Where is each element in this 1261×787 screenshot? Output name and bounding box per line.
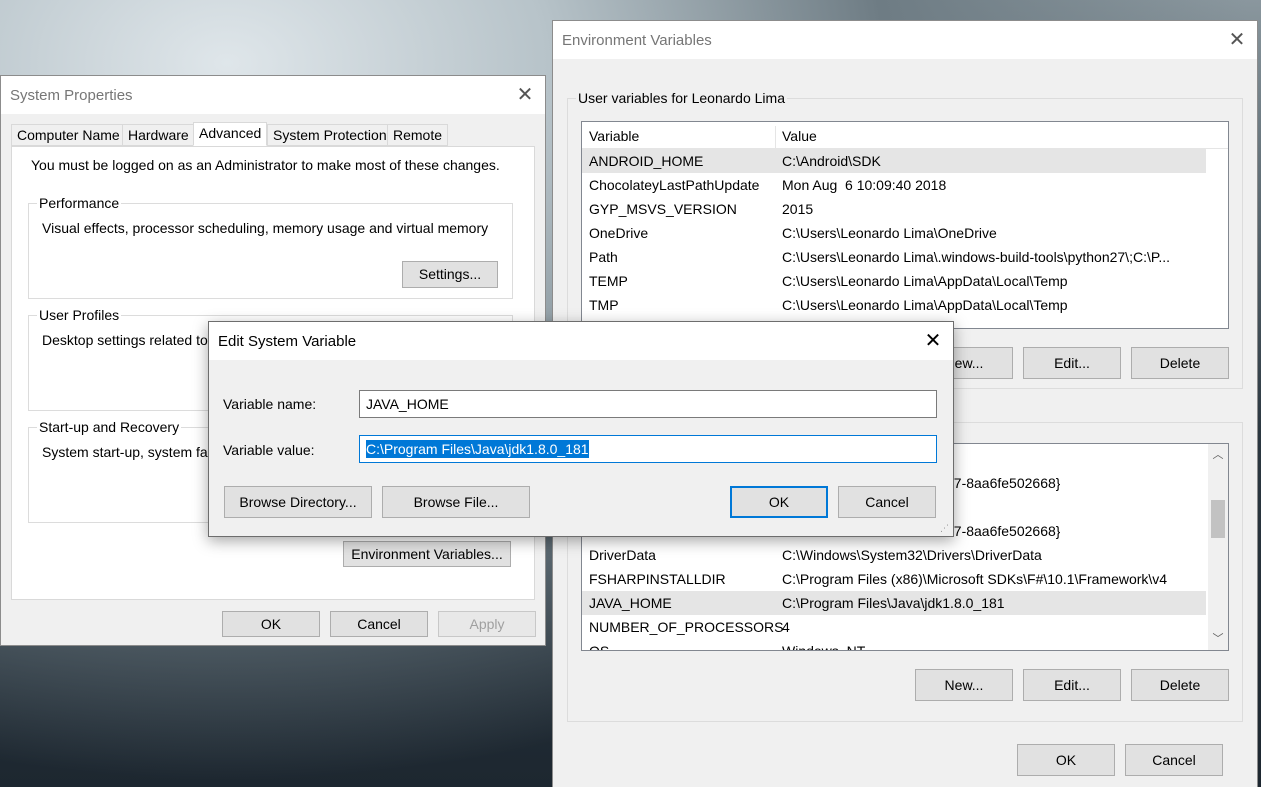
list-item[interactable]: NUMBER_OF_PROCESSORS 4 xyxy=(582,615,1206,639)
list-item[interactable]: ANDROID_HOME C:\Android\SDK xyxy=(582,149,1206,173)
variable-name: NUMBER_OF_PROCESSORS xyxy=(589,619,784,635)
tab-computer-name[interactable]: Computer Name xyxy=(11,124,126,146)
env-vars-title: Environment Variables xyxy=(562,31,712,49)
variable-value: C:\Program Files\Java\jdk1.8.0_181 xyxy=(782,595,1005,611)
edit-system-variable-dialog: Edit System Variable ✕ Variable name: JA… xyxy=(208,321,954,537)
variable-value-label: Variable value: xyxy=(223,442,315,458)
list-item[interactable]: GYP_MSVS_VERSION 2015 xyxy=(582,197,1228,221)
list-item[interactable]: DriverData C:\Windows\System32\Drivers\D… xyxy=(582,543,1206,567)
variable-name: TEMP xyxy=(589,273,628,289)
variable-name: Path xyxy=(589,249,618,265)
variable-name: GYP_MSVS_VERSION xyxy=(589,201,737,217)
tab-hardware[interactable]: Hardware xyxy=(122,124,195,146)
variable-name: OS xyxy=(589,643,610,651)
sysprop-apply-button[interactable]: Apply xyxy=(438,611,536,637)
user-profiles-label: User Profiles xyxy=(37,307,122,323)
column-header-variable[interactable]: Variable xyxy=(589,124,639,148)
tab-remote[interactable]: Remote xyxy=(387,124,449,146)
edit-dialog-titlebar[interactable]: Edit System Variable xyxy=(209,322,953,360)
tab-advanced[interactable]: Advanced xyxy=(193,122,268,146)
user-profiles-description: Desktop settings related to y xyxy=(42,332,219,348)
variable-value: C:\Users\Leonardo Lima\AppData\Local\Tem… xyxy=(782,297,1068,313)
user-edit-button[interactable]: Edit... xyxy=(1023,347,1121,379)
column-header-value[interactable]: Value xyxy=(782,124,817,148)
variable-name: DriverData xyxy=(589,547,656,563)
close-icon[interactable]: ✕ xyxy=(1227,30,1247,50)
tab-system-protection[interactable]: System Protection xyxy=(267,124,393,146)
performance-group: Performance Visual effects, processor sc… xyxy=(28,195,513,299)
list-item[interactable]: OneDrive C:\Users\Leonardo Lima\OneDrive xyxy=(582,221,1228,245)
list-item[interactable]: Path C:\Users\Leonardo Lima\.windows-bui… xyxy=(582,245,1228,269)
variable-value: C:\Users\Leonardo Lima\AppData\Local\Tem… xyxy=(782,273,1068,289)
variable-name: ChocolateyLastPathUpdate xyxy=(589,177,760,193)
startup-recovery-description: System start-up, system failu xyxy=(42,444,222,460)
variable-name: OneDrive xyxy=(589,225,649,241)
list-header: Variable Value xyxy=(582,124,1228,149)
performance-settings-button[interactable]: Settings... xyxy=(402,261,498,288)
variable-value: C:\Program Files (x86)\Microsoft SDKs\F#… xyxy=(782,571,1168,587)
env-cancel-button[interactable]: Cancel xyxy=(1125,744,1223,776)
user-variables-list[interactable]: Variable Value ANDROID_HOME C:\Android\S… xyxy=(581,121,1229,329)
variable-value: C:\Windows\System32\Drivers\DriverData xyxy=(782,547,1042,563)
sysprop-ok-button[interactable]: OK xyxy=(222,611,320,637)
startup-recovery-label: Start-up and Recovery xyxy=(37,419,182,435)
edit-dialog-title: Edit System Variable xyxy=(218,332,357,350)
env-ok-button[interactable]: OK xyxy=(1017,744,1115,776)
variable-name: TMP xyxy=(589,297,619,313)
list-item[interactable]: JAVA_HOME C:\Program Files\Java\jdk1.8.0… xyxy=(582,591,1206,615)
variable-value: C:\Android\SDK xyxy=(782,153,881,169)
browse-directory-button[interactable]: Browse Directory... xyxy=(224,486,372,518)
performance-description: Visual effects, processor scheduling, me… xyxy=(42,220,489,236)
environment-variables-button[interactable]: Environment Variables... xyxy=(343,541,511,567)
close-icon[interactable]: ✕ xyxy=(515,85,535,105)
scroll-down-icon[interactable]: ﹀ xyxy=(1208,630,1228,648)
variable-name-label: Variable name: xyxy=(223,396,317,412)
list-item[interactable]: FSHARPINSTALLDIR C:\Program Files (x86)\… xyxy=(582,567,1206,591)
list-item[interactable]: TEMP C:\Users\Leonardo Lima\AppData\Loca… xyxy=(582,269,1228,293)
scrollbar-thumb[interactable] xyxy=(1211,500,1225,538)
admin-notice: You must be logged on as an Administrato… xyxy=(31,157,500,173)
user-delete-button[interactable]: Delete xyxy=(1131,347,1229,379)
close-icon[interactable]: ✕ xyxy=(923,331,943,351)
selected-text: C:\Program Files\Java\jdk1.8.0_181 xyxy=(366,440,589,458)
variable-name: FSHARPINSTALLDIR xyxy=(589,571,726,587)
variable-name: ANDROID_HOME xyxy=(589,153,704,169)
variable-value: Windows_NT xyxy=(782,643,866,651)
variable-value: 2015 xyxy=(782,201,814,217)
list-item[interactable]: OS Windows_NT xyxy=(582,639,1206,651)
scroll-up-icon[interactable]: ︿ xyxy=(1208,446,1228,464)
vertical-scrollbar[interactable]: ︿ ﹀ xyxy=(1208,444,1228,650)
system-properties-titlebar[interactable]: System Properties xyxy=(1,76,545,114)
system-delete-button[interactable]: Delete xyxy=(1131,669,1229,701)
variable-value-input[interactable]: C:\Program Files\Java\jdk1.8.0_181 xyxy=(359,435,937,463)
list-item[interactable]: TMP C:\Users\Leonardo Lima\AppData\Local… xyxy=(582,293,1228,317)
variable-value: Mon Aug 6 10:09:40 2018 xyxy=(782,177,947,193)
system-properties-title: System Properties xyxy=(10,86,133,104)
edit-cancel-button[interactable]: Cancel xyxy=(838,486,936,518)
performance-label: Performance xyxy=(37,195,122,211)
user-variables-label: User variables for Leonardo Lima xyxy=(576,90,787,106)
variable-value: 37-8aa6fe502668} xyxy=(946,475,1061,491)
system-edit-button[interactable]: Edit... xyxy=(1023,669,1121,701)
variable-value: C:\Users\Leonardo Lima\.windows-build-to… xyxy=(782,249,1171,265)
variable-value: C:\Users\Leonardo Lima\OneDrive xyxy=(782,225,997,241)
list-item[interactable]: ChocolateyLastPathUpdate Mon Aug 6 10:09… xyxy=(582,173,1228,197)
tab-strip: Computer Name Hardware Advanced System P… xyxy=(11,122,535,148)
sysprop-cancel-button[interactable]: Cancel xyxy=(330,611,428,637)
system-new-button[interactable]: New... xyxy=(915,669,1013,701)
variable-name-input[interactable]: JAVA_HOME xyxy=(359,390,937,418)
env-vars-titlebar[interactable]: Environment Variables xyxy=(553,21,1257,59)
resize-grip-icon[interactable]: ⋰ xyxy=(940,523,950,533)
variable-value: 37-8aa6fe502668} xyxy=(946,523,1061,539)
variable-name: JAVA_HOME xyxy=(589,595,672,611)
browse-file-button[interactable]: Browse File... xyxy=(382,486,530,518)
column-divider[interactable] xyxy=(775,126,776,148)
edit-ok-button[interactable]: OK xyxy=(730,486,828,518)
variable-value: 4 xyxy=(782,619,790,635)
